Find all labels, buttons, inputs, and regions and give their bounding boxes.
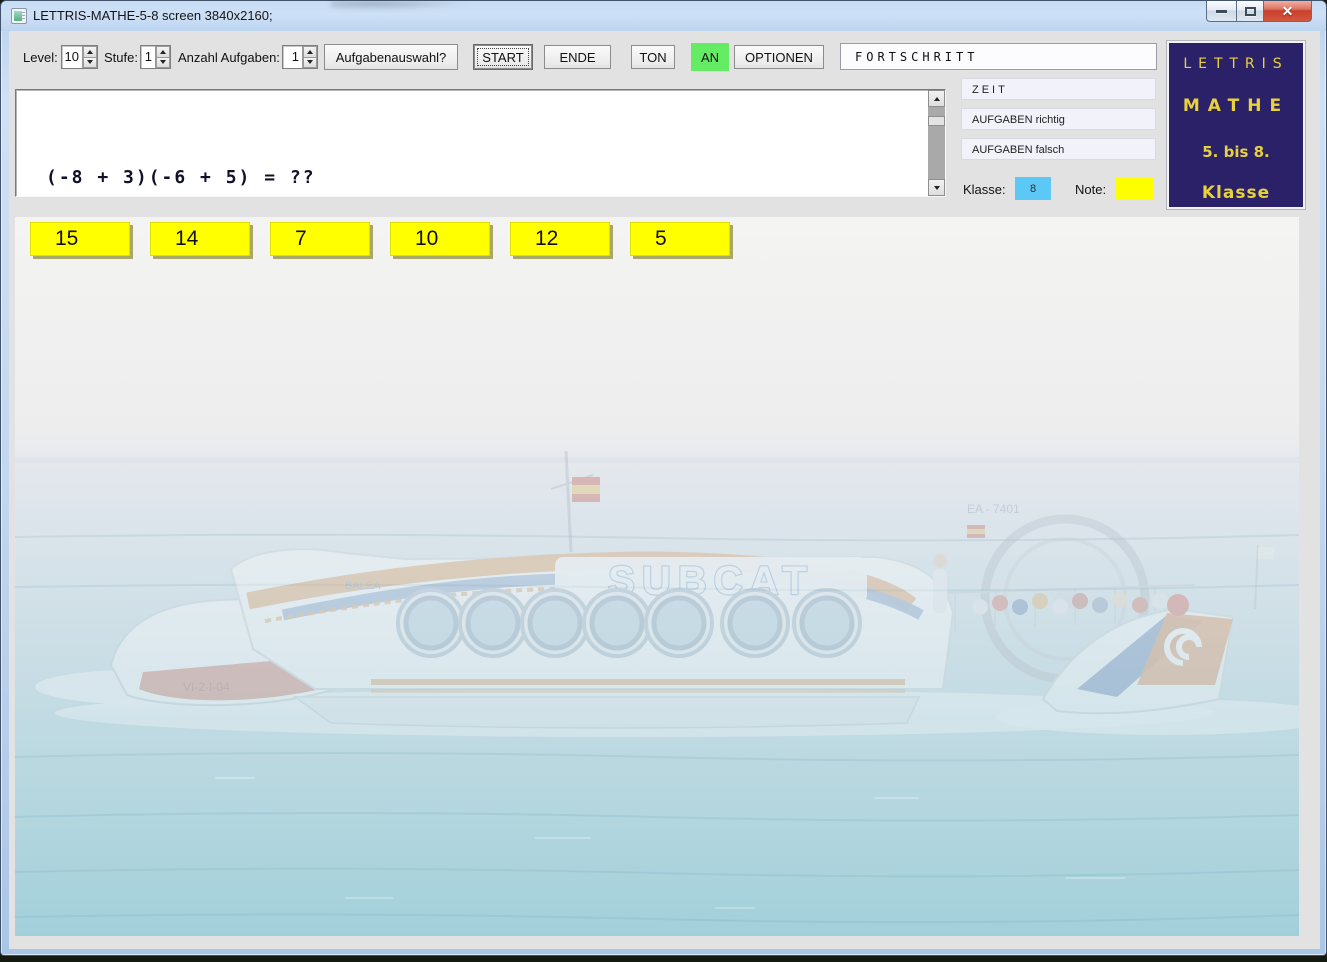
anzahl-aufgaben-spinner[interactable]: 1 [282, 45, 318, 69]
close-button[interactable]: ✕ [1264, 1, 1312, 22]
red-buoy [1167, 594, 1189, 616]
arrow-up-icon [934, 97, 940, 101]
anzahl-spin-down-button[interactable] [303, 58, 317, 69]
logo-line-klasse: Klasse [1169, 161, 1303, 203]
registration-text: EA - 7401 [967, 502, 1020, 516]
porthole [794, 590, 860, 656]
expression-display: (-8 + 3)(-6 + 5) = ?? [15, 89, 946, 197]
answer-tile[interactable]: 15 [30, 222, 130, 256]
zeit-display: ZEIT [961, 78, 1156, 100]
spanish-flag [572, 477, 600, 502]
aufgaben-falsch-display: AUFGABEN falsch [961, 138, 1156, 160]
hull-orange-stripe [371, 679, 905, 685]
crew-figure [933, 569, 947, 613]
klasse-label: Klasse: [963, 182, 1006, 197]
note-value-box [1115, 177, 1154, 200]
caption-button-group: ✕ [1206, 1, 1312, 22]
arrow-down-icon [160, 60, 166, 64]
start-button[interactable]: START [474, 45, 532, 69]
level-label: Level: [23, 50, 58, 65]
ton-an-indicator-button[interactable]: AN [691, 43, 729, 71]
close-icon: ✕ [1282, 4, 1294, 18]
anzahl-aufgaben-value: 1 [283, 46, 302, 68]
app-icon[interactable] [11, 8, 27, 24]
photo-boat-subcat: VI-2-I-04 SUBCAT BALEA [15, 217, 1299, 936]
minimize-button[interactable] [1206, 1, 1236, 22]
level-value: 10 [62, 46, 82, 68]
logo-panel: LETTRIS MATHE 5. bis 8. Klasse [1169, 43, 1303, 207]
aufgaben-richtig-display: AUFGABEN richtig [961, 108, 1156, 130]
logo-line-lettris: LETTRIS [1169, 43, 1303, 72]
lettris-mathe-logo: LETTRIS MATHE 5. bis 8. Klasse [1166, 40, 1306, 210]
optionen-button[interactable]: OPTIONEN [734, 45, 824, 69]
hull-name-text: BALEA [345, 580, 381, 592]
hull-orange-stripe2 [371, 689, 905, 693]
arrow-up-icon [87, 50, 93, 54]
stufe-spin-down-button[interactable] [156, 58, 170, 69]
app-icon-image [14, 11, 22, 21]
app-icon-lines [22, 12, 25, 21]
anzahl-spin-up-button[interactable] [303, 46, 317, 58]
answer-tile[interactable]: 7 [270, 222, 370, 256]
scrollbar-thumb[interactable] [928, 116, 945, 126]
porthole [722, 590, 788, 656]
scroll-down-button[interactable] [928, 179, 945, 196]
minimize-icon [1216, 10, 1227, 13]
level-spin-up-button[interactable] [83, 46, 97, 58]
fortschritt-field: FORTSCHRITT [840, 43, 1157, 70]
stufe-value: 1 [141, 46, 155, 68]
logo-line-klassen: 5. bis 8. [1169, 116, 1303, 161]
answer-tile[interactable]: 14 [150, 222, 250, 256]
arrow-up-icon [307, 50, 313, 54]
ton-button[interactable]: TON [631, 45, 675, 69]
arrow-down-icon [934, 186, 940, 190]
porthole [398, 590, 464, 656]
maximize-button[interactable] [1236, 1, 1264, 22]
app-window: LETTRIS-MATHE-5-8 screen 3840x2160; ✕ Le… [0, 0, 1327, 956]
stufe-spinner[interactable]: 1 [140, 45, 171, 69]
porthole [646, 590, 712, 656]
titlebar-glass-reflection [331, 1, 471, 11]
aufgabenauswahl-button[interactable]: Aufgabenauswahl? [324, 44, 458, 70]
logo-line-mathe: MATHE [1169, 72, 1303, 116]
math-expression: (-8 + 3)(-6 + 5) = ?? [46, 167, 316, 188]
porthole [522, 590, 588, 656]
arrow-down-icon [307, 60, 313, 64]
answer-tile[interactable]: 12 [510, 222, 610, 256]
klasse-value-box: 8 [1015, 177, 1051, 200]
scroll-up-button[interactable] [928, 90, 945, 107]
maximize-icon [1245, 7, 1256, 16]
porthole [460, 590, 526, 656]
level-spin-down-button[interactable] [83, 58, 97, 69]
answer-tile[interactable]: 10 [390, 222, 490, 256]
note-label: Note: [1075, 182, 1106, 197]
arrow-down-icon [87, 60, 93, 64]
porthole [584, 590, 650, 656]
window-title: LETTRIS-MATHE-5-8 screen 3840x2160; [33, 1, 273, 31]
client-area: Level: 10 Stufe: 1 Anzahl Aufgaben: 1 Au… [9, 31, 1320, 949]
level-spinner[interactable]: 10 [61, 45, 98, 69]
stufe-label: Stufe: [104, 50, 138, 65]
ende-button[interactable]: ENDE [544, 45, 611, 69]
answer-tile[interactable]: 5 [630, 222, 730, 256]
arrow-up-icon [160, 50, 166, 54]
stern-flag [1258, 547, 1274, 559]
waterline-hull [295, 697, 919, 728]
expression-scrollbar[interactable] [928, 90, 945, 196]
horizon-line [15, 457, 1299, 463]
anzahl-aufgaben-label: Anzahl Aufgaben: [178, 50, 280, 65]
small-spanish-flag [967, 525, 985, 538]
hull-code-text: VI-2-I-04 [183, 680, 230, 694]
stufe-spin-up-button[interactable] [156, 46, 170, 58]
title-bar[interactable]: LETTRIS-MATHE-5-8 screen 3840x2160; ✕ [1, 1, 1326, 31]
